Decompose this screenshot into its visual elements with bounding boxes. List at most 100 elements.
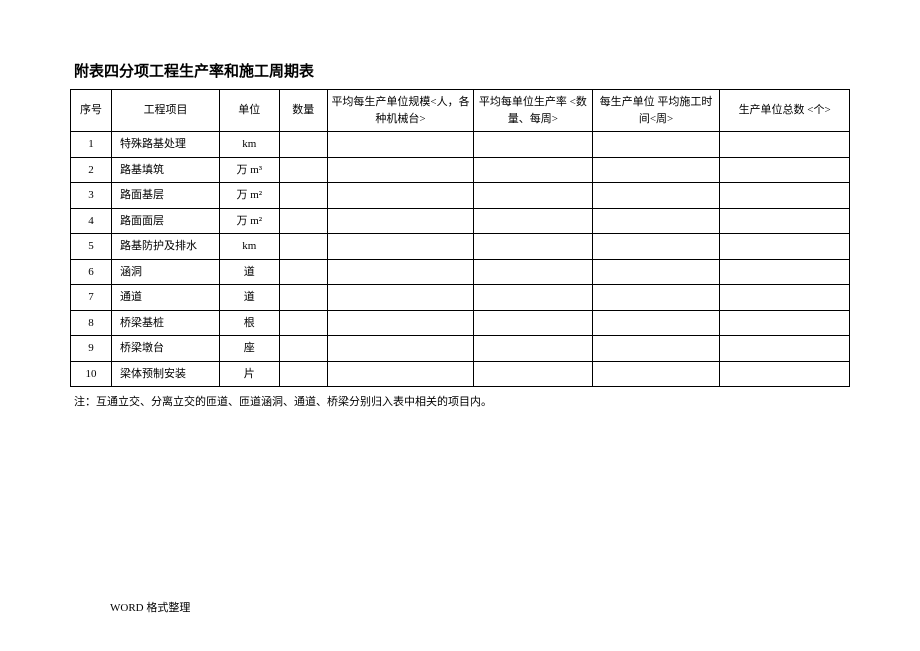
cell-time bbox=[592, 234, 719, 260]
cell-total bbox=[720, 361, 850, 387]
cell-time bbox=[592, 208, 719, 234]
cell-time bbox=[592, 259, 719, 285]
cell-seq: 2 bbox=[71, 157, 112, 183]
document-container: 附表四分项工程生产率和施工周期表 序号 工程项目 单位 数量 平均每生产单位规模… bbox=[0, 0, 920, 409]
cell-qty bbox=[279, 336, 328, 362]
cell-time bbox=[592, 336, 719, 362]
cell-project: 通道 bbox=[112, 285, 220, 311]
cell-scale bbox=[328, 336, 474, 362]
cell-scale bbox=[328, 183, 474, 209]
document-title: 附表四分项工程生产率和施工周期表 bbox=[74, 60, 850, 81]
cell-rate bbox=[473, 183, 592, 209]
header-total: 生产单位总数 <个> bbox=[720, 90, 850, 132]
cell-unit: 座 bbox=[220, 336, 279, 362]
table-header-row: 序号 工程项目 单位 数量 平均每生产单位规模<人，各种机械台> 平均每单位生产… bbox=[71, 90, 850, 132]
cell-scale bbox=[328, 285, 474, 311]
cell-qty bbox=[279, 361, 328, 387]
table-row: 8桥梁基桩根 bbox=[71, 310, 850, 336]
cell-qty bbox=[279, 234, 328, 260]
header-project: 工程项目 bbox=[112, 90, 220, 132]
cell-total bbox=[720, 208, 850, 234]
cell-scale bbox=[328, 208, 474, 234]
table-row: 10梁体预制安装片 bbox=[71, 361, 850, 387]
header-seq: 序号 bbox=[71, 90, 112, 132]
cell-seq: 4 bbox=[71, 208, 112, 234]
header-rate: 平均每单位生产率 <数量、每周> bbox=[473, 90, 592, 132]
cell-seq: 5 bbox=[71, 234, 112, 260]
cell-scale bbox=[328, 234, 474, 260]
cell-project: 路基填筑 bbox=[112, 157, 220, 183]
header-qty: 数量 bbox=[279, 90, 328, 132]
cell-rate bbox=[473, 361, 592, 387]
table-row: 2路基填筑万 m³ bbox=[71, 157, 850, 183]
cell-unit: km bbox=[220, 132, 279, 158]
cell-seq: 7 bbox=[71, 285, 112, 311]
cell-qty bbox=[279, 157, 328, 183]
cell-total bbox=[720, 259, 850, 285]
cell-time bbox=[592, 310, 719, 336]
cell-unit: 万 m² bbox=[220, 183, 279, 209]
cell-rate bbox=[473, 234, 592, 260]
cell-project: 路面基层 bbox=[112, 183, 220, 209]
cell-unit: 道 bbox=[220, 285, 279, 311]
table-row: 5路基防护及排水km bbox=[71, 234, 850, 260]
table-row: 1特殊路基处理km bbox=[71, 132, 850, 158]
cell-unit: km bbox=[220, 234, 279, 260]
cell-unit: 万 m² bbox=[220, 208, 279, 234]
cell-unit: 道 bbox=[220, 259, 279, 285]
cell-qty bbox=[279, 259, 328, 285]
cell-seq: 3 bbox=[71, 183, 112, 209]
cell-time bbox=[592, 285, 719, 311]
cell-total bbox=[720, 310, 850, 336]
table-note: 注：互通立交、分离立交的匝道、匝道涵洞、通道、桥梁分别归入表中相关的项目内。 bbox=[74, 393, 850, 409]
cell-qty bbox=[279, 310, 328, 336]
cell-rate bbox=[473, 208, 592, 234]
table-row: 6涵洞道 bbox=[71, 259, 850, 285]
cell-qty bbox=[279, 285, 328, 311]
cell-time bbox=[592, 132, 719, 158]
cell-project: 梁体预制安装 bbox=[112, 361, 220, 387]
table-row: 9桥梁墩台座 bbox=[71, 336, 850, 362]
cell-project: 路面面层 bbox=[112, 208, 220, 234]
table-body: 1特殊路基处理km2路基填筑万 m³3路面基层万 m²4路面面层万 m²5路基防… bbox=[71, 132, 850, 387]
cell-seq: 8 bbox=[71, 310, 112, 336]
cell-scale bbox=[328, 361, 474, 387]
cell-project: 桥梁墩台 bbox=[112, 336, 220, 362]
cell-total bbox=[720, 234, 850, 260]
cell-scale bbox=[328, 157, 474, 183]
cell-project: 路基防护及排水 bbox=[112, 234, 220, 260]
cell-rate bbox=[473, 157, 592, 183]
cell-rate bbox=[473, 336, 592, 362]
cell-seq: 1 bbox=[71, 132, 112, 158]
cell-qty bbox=[279, 208, 328, 234]
table-row: 7通道道 bbox=[71, 285, 850, 311]
cell-total bbox=[720, 336, 850, 362]
cell-rate bbox=[473, 132, 592, 158]
cell-rate bbox=[473, 310, 592, 336]
cell-time bbox=[592, 183, 719, 209]
cell-project: 桥梁基桩 bbox=[112, 310, 220, 336]
cell-scale bbox=[328, 132, 474, 158]
cell-project: 特殊路基处理 bbox=[112, 132, 220, 158]
cell-unit: 片 bbox=[220, 361, 279, 387]
cell-qty bbox=[279, 132, 328, 158]
cell-project: 涵洞 bbox=[112, 259, 220, 285]
cell-total bbox=[720, 285, 850, 311]
header-scale: 平均每生产单位规模<人，各种机械台> bbox=[328, 90, 474, 132]
cell-time bbox=[592, 361, 719, 387]
table-row: 4路面面层万 m² bbox=[71, 208, 850, 234]
cell-scale bbox=[328, 259, 474, 285]
header-time: 每生产单位 平均施工时间<周> bbox=[592, 90, 719, 132]
cell-qty bbox=[279, 183, 328, 209]
cell-seq: 9 bbox=[71, 336, 112, 362]
cell-unit: 万 m³ bbox=[220, 157, 279, 183]
cell-rate bbox=[473, 285, 592, 311]
cell-total bbox=[720, 157, 850, 183]
cell-time bbox=[592, 157, 719, 183]
cell-scale bbox=[328, 310, 474, 336]
cell-unit: 根 bbox=[220, 310, 279, 336]
header-unit: 单位 bbox=[220, 90, 279, 132]
cell-total bbox=[720, 132, 850, 158]
cell-rate bbox=[473, 259, 592, 285]
page-footer: WORD 格式整理 bbox=[110, 599, 190, 615]
